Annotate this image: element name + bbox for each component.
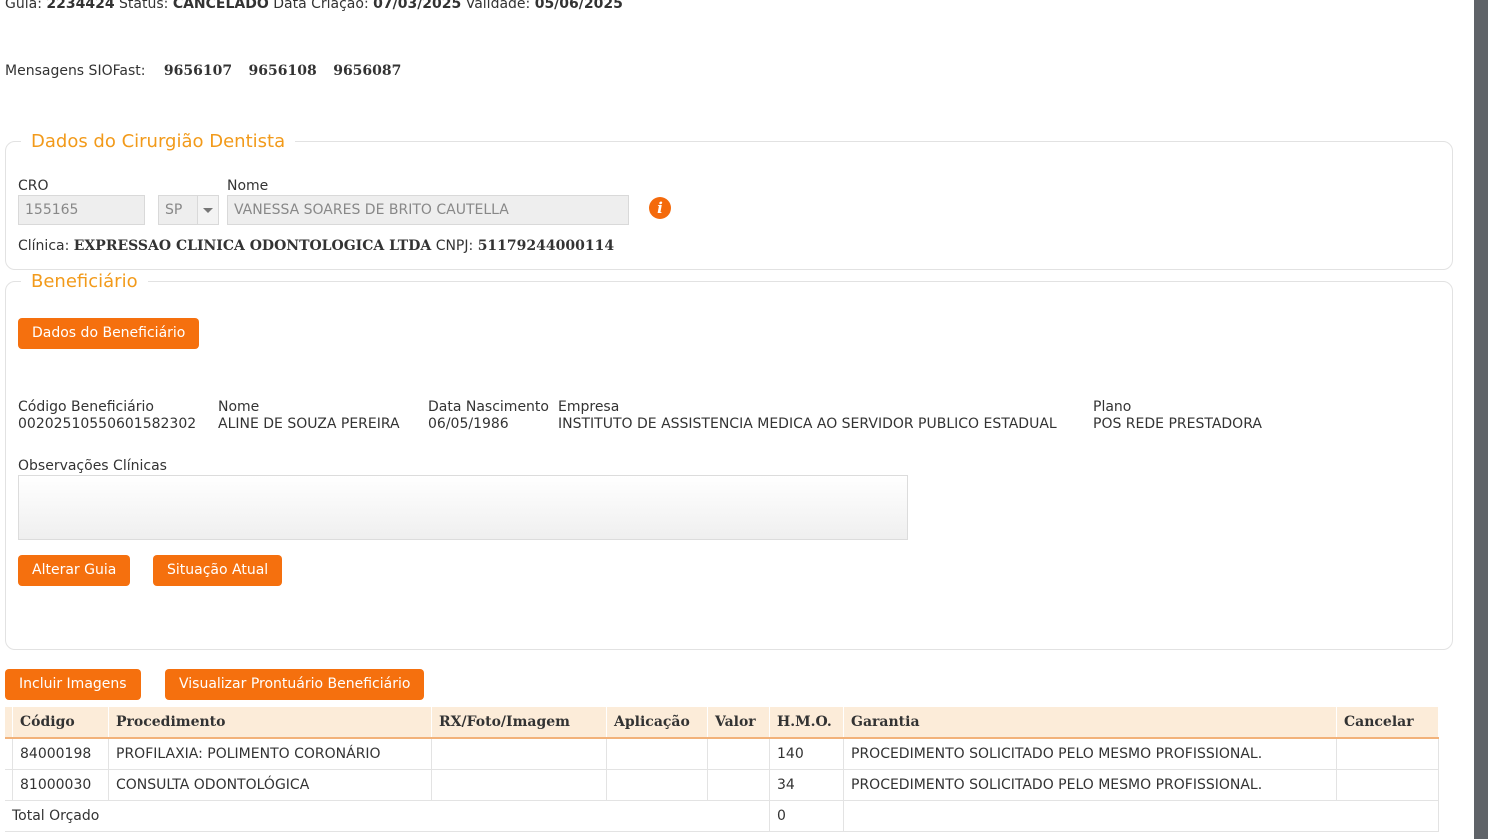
total-empty — [843, 800, 1439, 832]
total-hmo: 0 — [769, 800, 844, 832]
header-rx: RX/Foto/Imagem — [431, 707, 607, 739]
cell-cancelar[interactable] — [1336, 738, 1439, 770]
mensagem-id[interactable]: 9656108 — [249, 63, 317, 79]
uf-value: SP — [165, 202, 183, 218]
beneficiario-legend: Beneficiário — [31, 271, 138, 292]
table-row: 84000198 PROFILAXIA: POLIMENTO CORONÁRIO… — [5, 738, 1439, 770]
cell-codigo: 81000030 — [12, 769, 109, 801]
cro-field[interactable]: 155165 — [18, 195, 145, 225]
cell-procedimento: PROFILAXIA: POLIMENTO CORONÁRIO — [108, 738, 432, 770]
validade-label: Validade: — [465, 0, 531, 12]
cell-aplicacao — [606, 738, 708, 770]
cell-garantia: PROCEDIMENTO SOLICITADO PELO MESMO PROFI… — [843, 769, 1337, 801]
visualizar-prontuario-button[interactable]: Visualizar Prontuário Beneficiário — [165, 669, 425, 700]
procedimentos-table: Código Procedimento RX/Foto/Imagem Aplic… — [5, 707, 1439, 832]
mensagens-label: Mensagens SIOFast: — [5, 63, 146, 79]
plano-value: POS REDE PRESTADORA — [1093, 416, 1262, 432]
cro-label: CRO — [18, 178, 49, 194]
beneficiario-section: Beneficiário — [5, 271, 1453, 650]
cell-hmo: 140 — [769, 738, 844, 770]
nome-beneficiario-label: Nome — [218, 399, 260, 415]
mensagem-id[interactable]: 9656087 — [333, 63, 401, 79]
total-label: Total Orçado — [5, 800, 770, 832]
data-nascimento-label: Data Nascimento — [428, 399, 549, 415]
header-codigo: Código — [12, 707, 109, 739]
codigo-beneficiario-label: Código Beneficiário — [18, 399, 154, 415]
empresa: Empresa INSTITUTO DE ASSISTENCIA MEDICA … — [558, 399, 1057, 433]
cell-valor — [707, 738, 770, 770]
codigo-beneficiario: Código Beneficiário 0020251055060158230​… — [18, 399, 196, 433]
total-row: Total Orçado 0 — [5, 800, 1439, 832]
cell-valor — [707, 769, 770, 801]
data-criacao-value: 07/03/2025 — [373, 0, 462, 12]
alterar-guia-button[interactable]: Alterar Guia — [18, 555, 131, 586]
mensagens-siofast: Mensagens SIOFast: 9656107 9656108 96560… — [5, 63, 413, 79]
dentista-legend: Dados do Cirurgião Dentista — [31, 131, 286, 152]
row-spacer — [5, 769, 13, 801]
header-garantia: Garantia — [843, 707, 1337, 739]
cell-aplicacao — [606, 769, 708, 801]
cell-cancelar[interactable] — [1336, 769, 1439, 801]
header-procedimento: Procedimento — [108, 707, 432, 739]
incluir-imagens-button[interactable]: Incluir Imagens — [5, 669, 141, 700]
data-nascimento-value: 06/05/1986 — [428, 416, 509, 432]
table-row: 81000030 CONSULTA ODONTOLÓGICA 34 PROCED… — [5, 769, 1439, 801]
guia-number: 2234424 — [46, 0, 115, 12]
observacoes-textarea[interactable] — [18, 475, 908, 540]
nome-dentista-field[interactable]: VANESSA SOARES DE BRITO CAUTELLA — [227, 195, 629, 225]
codigo-beneficiario-value: 0020251055060158230​2 — [18, 416, 197, 432]
guia-label: Guia: — [5, 0, 42, 12]
cnpj-value: 51179244000114 — [477, 238, 615, 254]
clinica-label: Clínica: — [18, 238, 70, 254]
cell-rx — [431, 769, 607, 801]
info-icon[interactable]: i — [649, 197, 671, 219]
validade-value: 05/06/2025 — [534, 0, 623, 12]
nome-beneficiario: Nome ALINE DE SOUZA PEREIRA — [218, 399, 400, 433]
vertical-scrollbar[interactable] — [1474, 0, 1488, 839]
dados-beneficiario-button[interactable]: Dados do Beneficiário — [18, 318, 200, 349]
row-spacer — [5, 738, 13, 770]
empresa-label: Empresa — [558, 399, 620, 415]
cell-garantia: PROCEDIMENTO SOLICITADO PELO MESMO PROFI… — [843, 738, 1337, 770]
table-header-spacer — [5, 707, 13, 739]
table-header-row: Código Procedimento RX/Foto/Imagem Aplic… — [5, 707, 1439, 739]
data-criacao-label: Data Criação: — [273, 0, 369, 12]
status-value: CANCELADO — [172, 0, 269, 12]
data-nascimento: Data Nascimento 06/05/1986 — [428, 399, 549, 433]
situacao-atual-button[interactable]: Situação Atual — [153, 555, 283, 586]
cell-codigo: 84000198 — [12, 738, 109, 770]
clinica-value: EXPRESSAO CLINICA ODONTOLOGICA LTDA — [73, 238, 432, 254]
plano-label: Plano — [1093, 399, 1132, 415]
guia-header: Guia: 2234424 Status: CANCELADO Data Cri… — [5, 0, 623, 12]
nome-beneficiario-value: ALINE DE SOUZA PEREIRA — [218, 416, 400, 432]
header-cancelar: Cancelar — [1336, 707, 1439, 739]
plano: Plano POS REDE PRESTADORA — [1093, 399, 1262, 433]
mensagem-id[interactable]: 9656107 — [164, 63, 232, 79]
empresa-value: INSTITUTO DE ASSISTENCIA MEDICA AO SERVI… — [558, 416, 1057, 432]
uf-select[interactable]: SP — [158, 195, 219, 225]
cell-procedimento: CONSULTA ODONTOLÓGICA — [108, 769, 432, 801]
header-valor: Valor — [707, 707, 770, 739]
observacoes-label: Observações Clínicas — [18, 458, 167, 474]
header-hmo: H.M.O. — [769, 707, 844, 739]
cell-hmo: 34 — [769, 769, 844, 801]
clinica-info: Clínica: EXPRESSAO CLINICA ODONTOLOGICA … — [18, 238, 614, 254]
header-aplicacao: Aplicação — [606, 707, 708, 739]
status-label: Status: — [119, 0, 169, 12]
cnpj-label: CNPJ: — [435, 238, 474, 254]
chevron-down-icon[interactable] — [197, 196, 218, 224]
cell-rx — [431, 738, 607, 770]
nome-dentista-label: Nome — [227, 178, 269, 194]
